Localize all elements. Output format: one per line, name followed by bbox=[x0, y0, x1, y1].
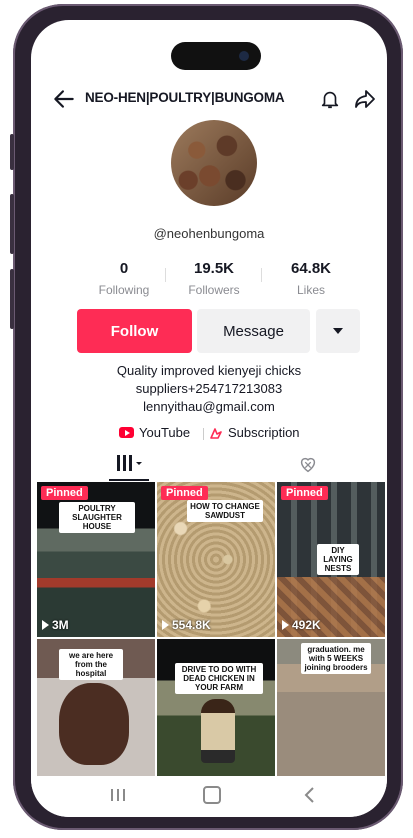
video-caption: we are here from the hospital bbox=[59, 649, 123, 680]
follow-button[interactable]: Follow bbox=[77, 309, 192, 353]
play-icon bbox=[162, 620, 169, 630]
avatar[interactable] bbox=[171, 120, 257, 206]
video-caption: DRIVE TO DO WITH DEAD CHICKEN IN YOUR FA… bbox=[175, 663, 263, 694]
video-thumbnail[interactable]: DRIVE TO DO WITH DEAD CHICKEN IN YOUR FA… bbox=[157, 639, 275, 778]
bio-line: suppliers+254717213083 bbox=[135, 381, 283, 396]
youtube-icon bbox=[119, 427, 134, 438]
active-tab-indicator bbox=[109, 479, 149, 481]
subscription-label: Subscription bbox=[228, 425, 300, 440]
likes-count: 64.8K bbox=[290, 260, 332, 277]
recent-apps-icon[interactable] bbox=[109, 787, 127, 803]
bio-email: lennyithau@gmail.com bbox=[143, 399, 275, 414]
profile-tabs bbox=[31, 448, 387, 482]
profile-bio: Quality improved kienyeji chicks supplie… bbox=[31, 362, 387, 416]
app-screen: NEO-HEN|POULTRY|BUNGOMA @neohenbungoma 0… bbox=[31, 20, 387, 817]
video-thumbnail[interactable]: Pinned POULTRY SLAUGHTER HOUSE 3M bbox=[37, 482, 155, 637]
pinned-badge: Pinned bbox=[161, 486, 208, 500]
stats-divider bbox=[165, 268, 166, 282]
videos-grid-tab-icon[interactable] bbox=[115, 452, 145, 474]
side-button bbox=[10, 269, 14, 329]
followers-label: Followers bbox=[188, 283, 240, 297]
view-count: 554.8K bbox=[162, 618, 211, 632]
stats-divider bbox=[261, 268, 262, 282]
following-count: 0 bbox=[119, 260, 129, 277]
caret-down-icon bbox=[333, 328, 343, 334]
links-divider bbox=[203, 428, 204, 440]
volume-up-button bbox=[10, 134, 14, 170]
play-icon bbox=[282, 620, 289, 630]
video-grid: Pinned POULTRY SLAUGHTER HOUSE 3M Pinned… bbox=[37, 482, 385, 778]
view-count-label: 3M bbox=[52, 618, 69, 632]
person-face bbox=[59, 683, 129, 765]
liked-videos-tab-icon[interactable] bbox=[297, 453, 319, 475]
message-button[interactable]: Message bbox=[197, 309, 310, 353]
profile-handle: @neohenbungoma bbox=[153, 226, 265, 241]
video-caption: graduation. me with 5 WEEKS joining broo… bbox=[301, 643, 371, 674]
video-caption: HOW TO CHANGE SAWDUST bbox=[187, 500, 263, 522]
play-icon bbox=[42, 620, 49, 630]
view-count-label: 554.8K bbox=[172, 618, 211, 632]
video-thumbnail[interactable]: we are here from the hospital bbox=[37, 639, 155, 778]
following-label: Following bbox=[98, 283, 150, 297]
stat-followers[interactable]: 19.5K Followers bbox=[174, 260, 254, 297]
subscription-icon bbox=[210, 427, 222, 439]
profile-header: NEO-HEN|POULTRY|BUNGOMA bbox=[31, 82, 387, 116]
view-count: 492K bbox=[282, 618, 321, 632]
video-thumbnail[interactable]: graduation. me with 5 WEEKS joining broo… bbox=[277, 639, 385, 778]
home-icon[interactable] bbox=[203, 786, 221, 804]
page-title: NEO-HEN|POULTRY|BUNGOMA bbox=[85, 90, 285, 105]
view-count-label: 492K bbox=[292, 618, 321, 632]
likes-label: Likes bbox=[296, 283, 325, 297]
stat-likes[interactable]: 64.8K Likes bbox=[271, 260, 351, 297]
profile-links: YouTube Subscription bbox=[31, 422, 387, 444]
person-figure bbox=[201, 699, 235, 763]
video-caption: POULTRY SLAUGHTER HOUSE bbox=[59, 502, 135, 533]
system-nav-bar bbox=[31, 776, 387, 817]
bell-icon[interactable] bbox=[319, 87, 341, 111]
share-arrow-icon[interactable] bbox=[353, 87, 377, 111]
youtube-label: YouTube bbox=[139, 425, 191, 440]
view-count: 3M bbox=[42, 618, 69, 632]
subscription-link[interactable]: Subscription bbox=[209, 425, 300, 440]
camera-icon bbox=[239, 51, 249, 61]
volume-down-button bbox=[10, 194, 14, 254]
dynamic-island bbox=[171, 42, 261, 70]
pinned-badge: Pinned bbox=[281, 486, 328, 500]
video-caption: DIY LAYING NESTS bbox=[317, 544, 359, 575]
followers-count: 19.5K bbox=[193, 260, 235, 277]
profile-stats: 0 Following 19.5K Followers 64.8K Likes bbox=[31, 260, 387, 304]
pinned-badge: Pinned bbox=[41, 486, 88, 500]
bio-line: Quality improved kienyeji chicks bbox=[116, 363, 302, 378]
stat-following[interactable]: 0 Following bbox=[84, 260, 164, 297]
arrow-left-icon[interactable] bbox=[51, 86, 77, 112]
video-thumbnail[interactable]: Pinned HOW TO CHANGE SAWDUST 554.8K bbox=[157, 482, 275, 637]
video-thumbnail[interactable]: Pinned DIY LAYING NESTS 492K bbox=[277, 482, 385, 637]
youtube-link[interactable]: YouTube bbox=[119, 425, 190, 440]
back-chevron-icon[interactable] bbox=[303, 786, 317, 804]
more-options-button[interactable] bbox=[316, 309, 360, 353]
